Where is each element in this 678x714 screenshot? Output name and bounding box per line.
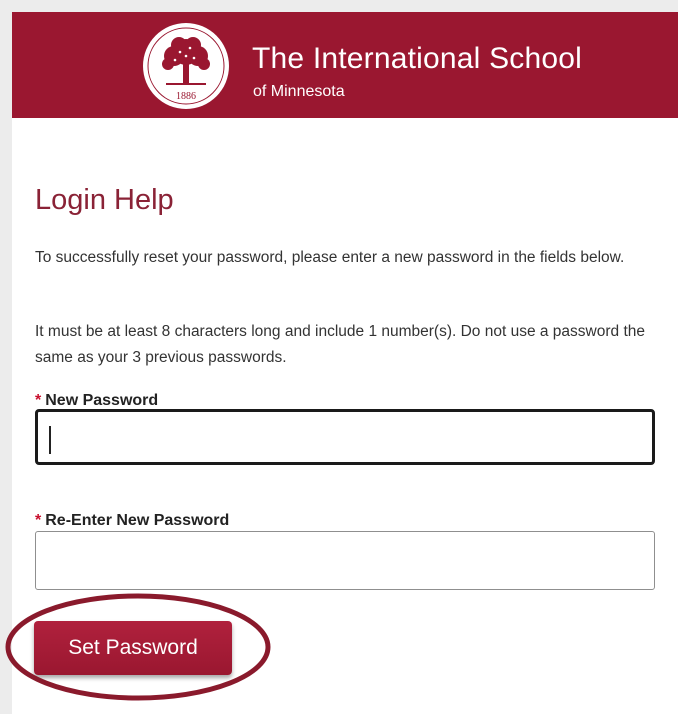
page-title: Login Help xyxy=(35,184,174,216)
school-name: The International School xyxy=(252,42,583,75)
school-subtitle: of Minnesota xyxy=(253,83,345,100)
text-caret xyxy=(49,426,51,454)
login-help-card: 1886 The International School of Minneso… xyxy=(12,12,678,714)
school-header: 1886 The International School of Minneso… xyxy=(12,12,678,118)
reenter-password-label: * Re-Enter New Password xyxy=(35,510,229,532)
tree-seal-icon: 1886 xyxy=(143,23,229,109)
instructions-text: To successfully reset your password, ple… xyxy=(35,249,625,266)
required-marker: * xyxy=(35,512,42,529)
new-password-field[interactable] xyxy=(35,409,655,465)
set-password-button[interactable]: Set Password xyxy=(34,621,232,675)
password-requirements-text: It must be at least 8 characters long an… xyxy=(35,323,645,366)
logo-year: 1886 xyxy=(176,91,196,102)
reenter-password-field[interactable] xyxy=(35,531,655,590)
required-marker: * xyxy=(35,392,42,409)
new-password-label-text: New Password xyxy=(45,392,159,409)
reenter-password-label-text: Re-Enter New Password xyxy=(45,512,230,529)
